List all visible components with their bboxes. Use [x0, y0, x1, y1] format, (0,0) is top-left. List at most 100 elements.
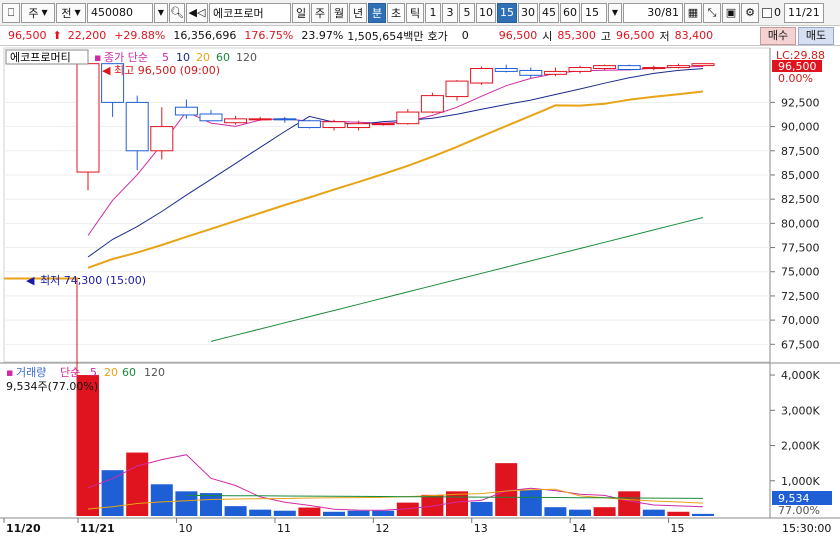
candle-body — [371, 123, 395, 126]
stock-name-field[interactable]: 에코프로머 — [209, 2, 291, 23]
price-tick-label: 90,000 — [781, 121, 820, 134]
volume-title: 거래량 — [16, 366, 46, 379]
price-tick-label: 80,000 — [781, 217, 820, 230]
interval-10[interactable]: 10 — [476, 2, 496, 23]
candle-body — [543, 70, 567, 75]
tab-month[interactable]: 월 — [330, 2, 348, 23]
code-dropdown-button[interactable]: ▼ — [154, 2, 168, 23]
candle-body — [322, 121, 346, 129]
chevron-down-icon: ▼ — [41, 8, 48, 17]
date-field[interactable]: 11/21 — [784, 2, 824, 23]
toolbar: ⎕ 주 ▼ 전 ▼ 450080 ▼ 🔍︎ ◀◁ 에코프로머 일 주 월 년 분… — [0, 0, 840, 26]
low-value: 83,400 — [674, 29, 714, 42]
market-select[interactable]: 주 ▼ — [21, 2, 55, 23]
vol-ma-period-5: 5 — [90, 366, 97, 379]
type-select[interactable]: 전 ▼ — [56, 2, 86, 23]
window-icon[interactable]: ⎕ — [2, 2, 20, 23]
tab-minute[interactable]: 분 — [368, 2, 386, 23]
price-tick-label: 75,000 — [781, 266, 820, 279]
time-tick-label: 12 — [375, 522, 389, 535]
high-marker-arrow-icon: ◀ — [102, 64, 111, 77]
candle-body — [617, 65, 641, 70]
time-tick-label: 11/21 — [80, 522, 115, 535]
volume-bar — [249, 509, 272, 516]
high-marker-label: 최고 96,500 (09:00) — [114, 64, 220, 77]
search-icon[interactable]: 🔍︎ — [169, 2, 185, 23]
volume-current-pct: 77.00% — [778, 504, 820, 517]
page-field[interactable]: 30/81 — [623, 2, 683, 23]
volume-bar — [569, 509, 591, 516]
tab-tick[interactable]: 틱 — [406, 2, 424, 23]
chart-tool-icon[interactable]: ⤡ — [703, 2, 721, 23]
price-tick-label: 87,500 — [781, 145, 820, 158]
chart-area[interactable]: 92,500 90,000 87,500 85,000 82,500 80,000 77,5… — [0, 46, 840, 541]
tab-week[interactable]: 주 — [311, 2, 329, 23]
volume-bar — [372, 510, 395, 516]
grid-icon[interactable]: ▦ — [684, 2, 702, 23]
volume-tick-label: 3,000K — [781, 404, 820, 417]
ma-period-120: 120 — [236, 51, 257, 64]
chevron-down-icon: ▼ — [611, 8, 619, 17]
volume-bar — [77, 375, 99, 516]
price-change: 22,200 — [67, 29, 107, 42]
price-change-pct: +29.88% — [114, 29, 166, 42]
tab-second[interactable]: 초 — [387, 2, 405, 23]
candle-body — [273, 118, 297, 121]
vol-ma-period-120: 120 — [144, 366, 165, 379]
ma-label: 종가 단순 — [104, 51, 148, 64]
volume-bar — [667, 511, 690, 516]
volume-bar — [273, 510, 296, 516]
ma-period-5: 5 — [162, 51, 169, 64]
sell-button[interactable]: 매도 — [798, 27, 834, 45]
volume-bar — [126, 452, 149, 516]
candle-body — [420, 95, 444, 113]
interval-15[interactable]: 15 — [497, 2, 517, 23]
checkbox-label: 0 — [774, 6, 781, 19]
stock-name: 에코프로머 — [213, 6, 264, 20]
interval-45[interactable]: 45 — [539, 2, 559, 23]
candle-body — [593, 65, 617, 70]
vol-dot-icon: ▪ — [6, 366, 13, 379]
quote-price: 96,500 — [498, 29, 538, 42]
volume-bar — [101, 470, 124, 516]
price-tick-label: 72,500 — [781, 290, 820, 303]
interval-input[interactable]: 15 — [581, 2, 607, 23]
high-label: 고 — [600, 29, 612, 43]
candle-body — [150, 126, 174, 152]
buy-button[interactable]: 매수 — [760, 27, 796, 45]
candle-body — [494, 68, 518, 72]
interval-1[interactable]: 1 — [425, 2, 441, 23]
time-tick-label: 14 — [572, 522, 586, 535]
interval-5[interactable]: 5 — [459, 2, 475, 23]
vol-ma-period-60: 60 — [122, 366, 136, 379]
high-value: 96,500 — [616, 29, 655, 42]
speaker-icon[interactable]: ◀◁ — [186, 2, 208, 23]
option-checkbox[interactable] — [762, 7, 772, 18]
volume-bar — [200, 493, 222, 516]
volume-bar — [421, 494, 444, 516]
code-input[interactable]: 450080 — [87, 2, 153, 23]
ma-period-60: 60 — [216, 51, 230, 64]
save-icon[interactable]: ▣ — [722, 2, 740, 23]
candle-body — [125, 101, 149, 152]
candle-body — [445, 80, 469, 98]
tab-day[interactable]: 일 — [292, 2, 310, 23]
interval-3[interactable]: 3 — [442, 2, 458, 23]
price-tick-label: 92,500 — [781, 96, 820, 109]
time-tick-label: 11 — [277, 522, 291, 535]
stock-tag-label: 에코프로머티 — [10, 51, 71, 64]
gear-icon[interactable]: ⚙ — [741, 2, 759, 23]
interval-30[interactable]: 30 — [518, 2, 538, 23]
tab-year[interactable]: 년 — [349, 2, 367, 23]
volume-bar — [150, 484, 173, 516]
ma-period-20: 20 — [196, 51, 210, 64]
volume-bar — [298, 507, 321, 516]
candle-body — [470, 68, 494, 84]
candle-body — [642, 67, 666, 70]
type-label: 전 — [61, 6, 72, 20]
interval-dropdown[interactable]: ▼ — [608, 2, 622, 23]
volume-bar — [347, 510, 370, 516]
turnover-rate: 23.97% — [301, 29, 344, 42]
volume-tick-label: 4,000K — [781, 369, 820, 382]
interval-60[interactable]: 60 — [560, 2, 580, 23]
